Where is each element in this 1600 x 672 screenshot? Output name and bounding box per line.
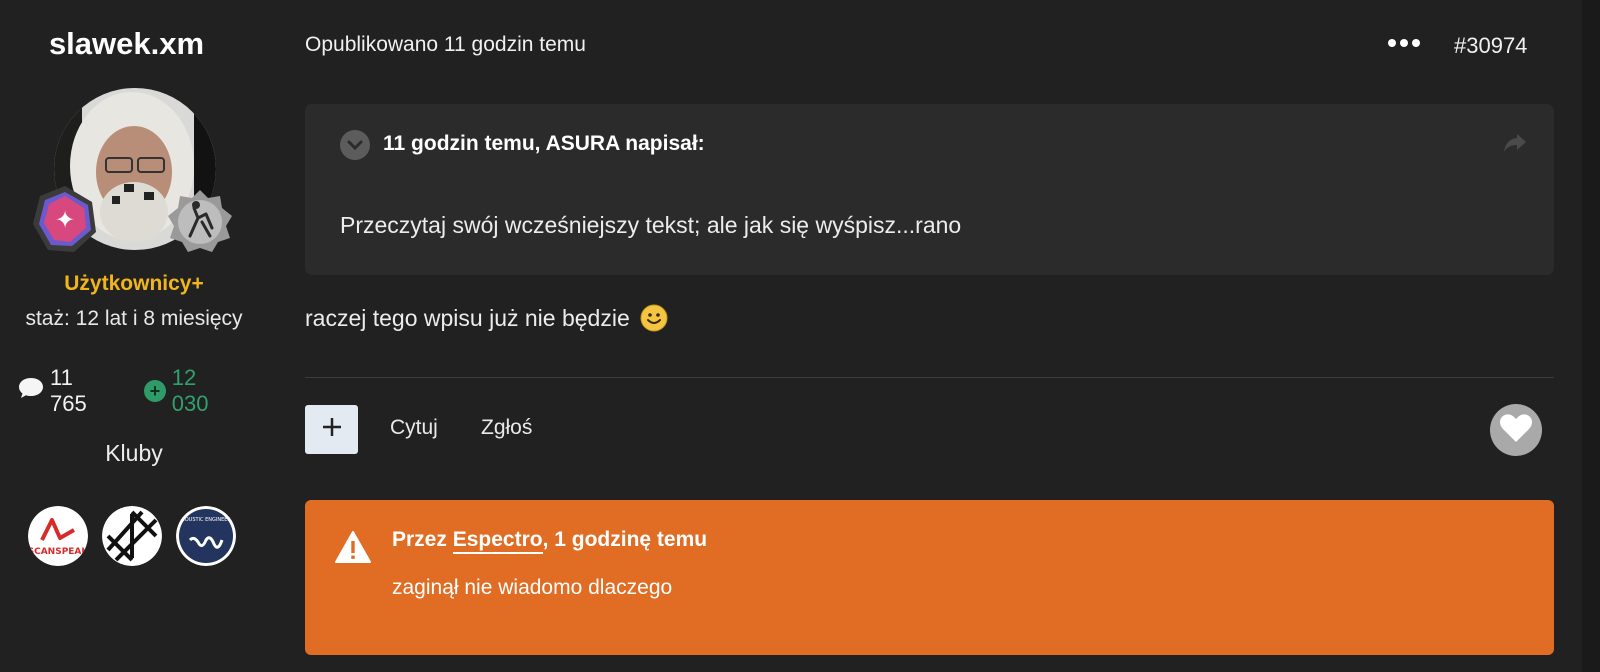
post-content: raczej tego wpisu już nie będzie bbox=[305, 304, 668, 332]
post-text: raczej tego wpisu już nie będzie bbox=[305, 304, 630, 331]
author-panel: slawek.xm ✦ Użytkownicy+ staż: 12 lat i … bbox=[0, 0, 268, 672]
moderation-notice: Przez Espectro, 1 godzinę temu zaginął n… bbox=[305, 500, 1554, 655]
posts-count-value: 11 765 bbox=[50, 365, 87, 416]
rocker-badge-icon[interactable] bbox=[166, 188, 234, 256]
svg-text:✦: ✦ bbox=[55, 206, 75, 234]
more-options-icon[interactable] bbox=[1388, 36, 1420, 54]
acoustic-engineers-logo-text: ACOUSTIC ENGINEERS bbox=[178, 517, 234, 523]
smiley-emoji-icon bbox=[640, 304, 668, 332]
moderator-link[interactable]: Espectro bbox=[452, 528, 543, 554]
plus-icon bbox=[321, 416, 343, 443]
warning-icon bbox=[334, 530, 372, 569]
quote-block: 11 godzin temu, ASURA napisał: Przeczyta… bbox=[305, 104, 1554, 275]
heart-icon bbox=[1499, 413, 1533, 448]
quote-header: 11 godzin temu, ASURA napisał: bbox=[383, 132, 705, 155]
like-button[interactable] bbox=[1490, 404, 1542, 456]
plus-circle-icon: + bbox=[144, 380, 166, 402]
reputation: + 12 030 bbox=[144, 365, 238, 417]
scanspeak-logo-text: SCANSPEAK bbox=[28, 547, 88, 557]
chevron-down-icon[interactable] bbox=[340, 130, 370, 160]
club-star-lines[interactable] bbox=[102, 506, 162, 566]
moderation-prefix: Przez bbox=[392, 528, 447, 551]
moderation-header: Przez Espectro, 1 godzinę temu bbox=[392, 528, 708, 554]
comment-icon bbox=[18, 376, 44, 406]
user-group: Użytkownicy+ bbox=[64, 272, 204, 295]
author-stats: 11 765 + 12 030 bbox=[18, 365, 268, 416]
scrollbar[interactable] bbox=[1582, 0, 1600, 672]
post-number[interactable]: #30974 bbox=[1454, 33, 1527, 59]
clubs-title: Kluby bbox=[105, 440, 163, 466]
quote-button[interactable]: Cytuj bbox=[390, 416, 438, 440]
celebration-badge-icon[interactable]: ✦ bbox=[30, 184, 100, 254]
club-acoustic-engineers[interactable]: ACOUSTIC ENGINEERS bbox=[176, 506, 236, 566]
club-scanspeak[interactable]: SCANSPEAK bbox=[28, 506, 88, 566]
clubs-list: SCANSPEAK ACOUSTIC ENGINEERS bbox=[28, 506, 236, 566]
post-date[interactable]: Opublikowano 11 godzin temu bbox=[305, 33, 586, 57]
report-button[interactable]: Zgłoś bbox=[481, 416, 532, 440]
quote-text: Przeczytaj swój wcześniejszy tekst; ale … bbox=[340, 212, 962, 238]
posts-count: 11 765 bbox=[18, 365, 114, 417]
author-name[interactable]: slawek.xm bbox=[0, 26, 253, 62]
seniority: staż: 12 lat i 8 miesięcy bbox=[25, 307, 243, 330]
add-reaction-button[interactable] bbox=[305, 405, 358, 454]
moderation-text: zaginął nie wiadomo dlaczego bbox=[392, 576, 673, 599]
moderation-time: , 1 godzinę temu bbox=[542, 528, 708, 551]
divider bbox=[305, 377, 1554, 378]
reputation-value: 12 030 bbox=[171, 365, 209, 416]
avatar-group: ✦ bbox=[30, 88, 234, 260]
share-arrow-icon[interactable] bbox=[1503, 132, 1527, 159]
